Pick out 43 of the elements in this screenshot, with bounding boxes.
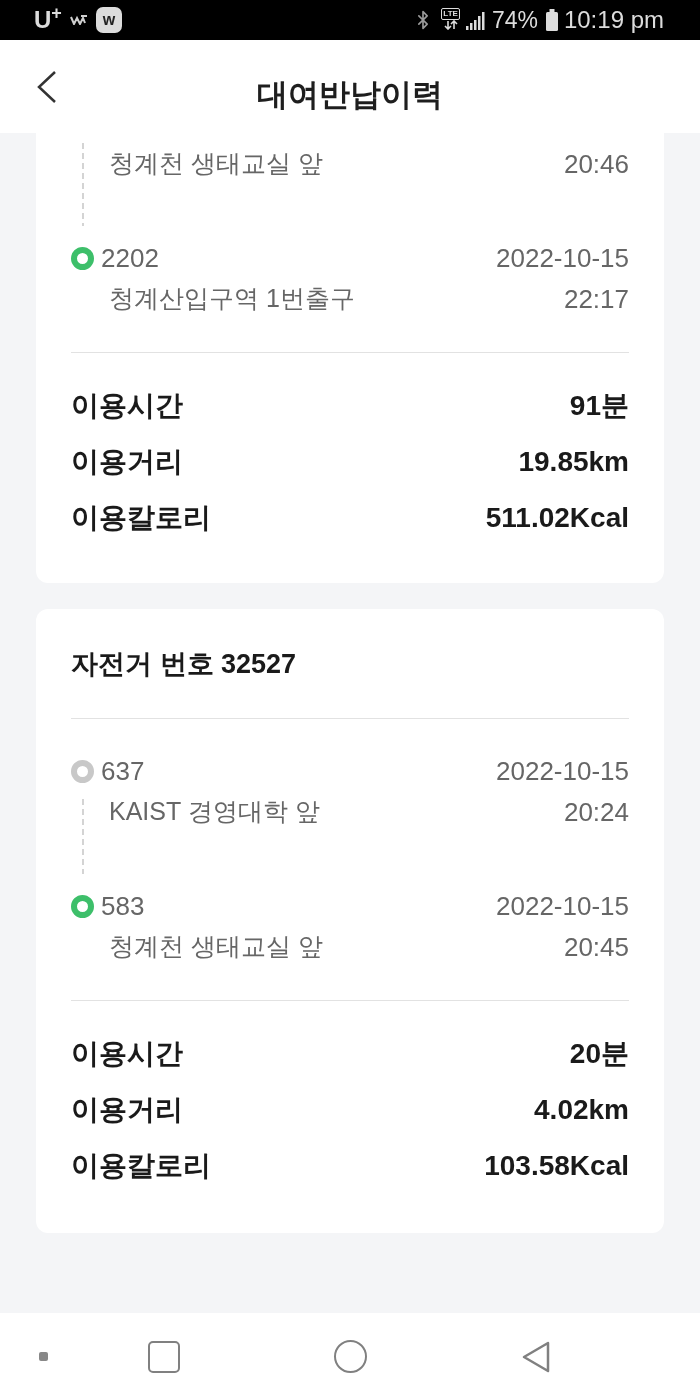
station-name: KAIST 경영대학 앞 bbox=[109, 799, 320, 824]
station-number: 2202 bbox=[101, 245, 159, 271]
station-dot-icon bbox=[71, 894, 94, 918]
time-text: 20:45 bbox=[563, 933, 629, 960]
bike-number-title: 자전거 번호 32527 bbox=[71, 648, 298, 681]
time-text: 20:46 bbox=[563, 150, 629, 177]
station-number: 583 bbox=[101, 893, 145, 919]
carrier-text: U$^{+}$ bbox=[34, 8, 62, 32]
time-text: 20:24 bbox=[563, 798, 629, 825]
nav-dot-button[interactable] bbox=[39, 1352, 48, 1361]
station-name: 청계산입구역 1번출구 bbox=[109, 286, 355, 311]
station-number: 637 bbox=[101, 758, 145, 784]
stat-label: 이용시간 bbox=[71, 392, 183, 420]
battery-icon bbox=[545, 9, 558, 31]
station-dot-icon bbox=[71, 246, 94, 270]
battery-percent: 74% bbox=[491, 8, 538, 32]
station-dot-icon bbox=[71, 759, 94, 783]
station-name: 청계천 생태교실 앞 bbox=[109, 934, 323, 959]
clock-text: 10:19 pm bbox=[563, 8, 664, 32]
signal-bars-icon bbox=[465, 10, 488, 30]
notification-app-icon: w bbox=[95, 7, 122, 33]
stat-label: 이용칼로리 bbox=[71, 1152, 211, 1180]
stat-label: 이용거리 bbox=[71, 1096, 183, 1124]
stat-value: 511.02Kcal bbox=[485, 504, 629, 532]
stat-label: 이용칼로리 bbox=[71, 504, 211, 532]
station-name: 청계천 생태교실 앞 bbox=[109, 151, 323, 176]
recent-apps-button[interactable] bbox=[148, 1340, 180, 1373]
page-title: 대여반납이력 bbox=[257, 79, 443, 110]
nav-back-button[interactable] bbox=[521, 1340, 551, 1373]
time-text: 22:17 bbox=[563, 285, 629, 312]
stat-label: 이용거리 bbox=[71, 448, 183, 476]
stat-value: 4.02km bbox=[534, 1096, 629, 1124]
signal-waves-icon bbox=[69, 15, 88, 25]
date-text: 2022-10-15 bbox=[496, 245, 629, 271]
date-text: 2022-10-15 bbox=[496, 758, 629, 784]
stat-value: 91분 bbox=[569, 392, 629, 420]
stat-value: 19.85km bbox=[518, 448, 629, 476]
stat-value: 20분 bbox=[569, 1040, 629, 1068]
stat-value: 103.58Kcal bbox=[484, 1152, 629, 1180]
date-text: 2022-10-15 bbox=[496, 893, 629, 919]
stat-label: 이용시간 bbox=[71, 1040, 183, 1068]
chevron-left-icon bbox=[36, 69, 58, 104]
home-button[interactable] bbox=[334, 1340, 367, 1373]
